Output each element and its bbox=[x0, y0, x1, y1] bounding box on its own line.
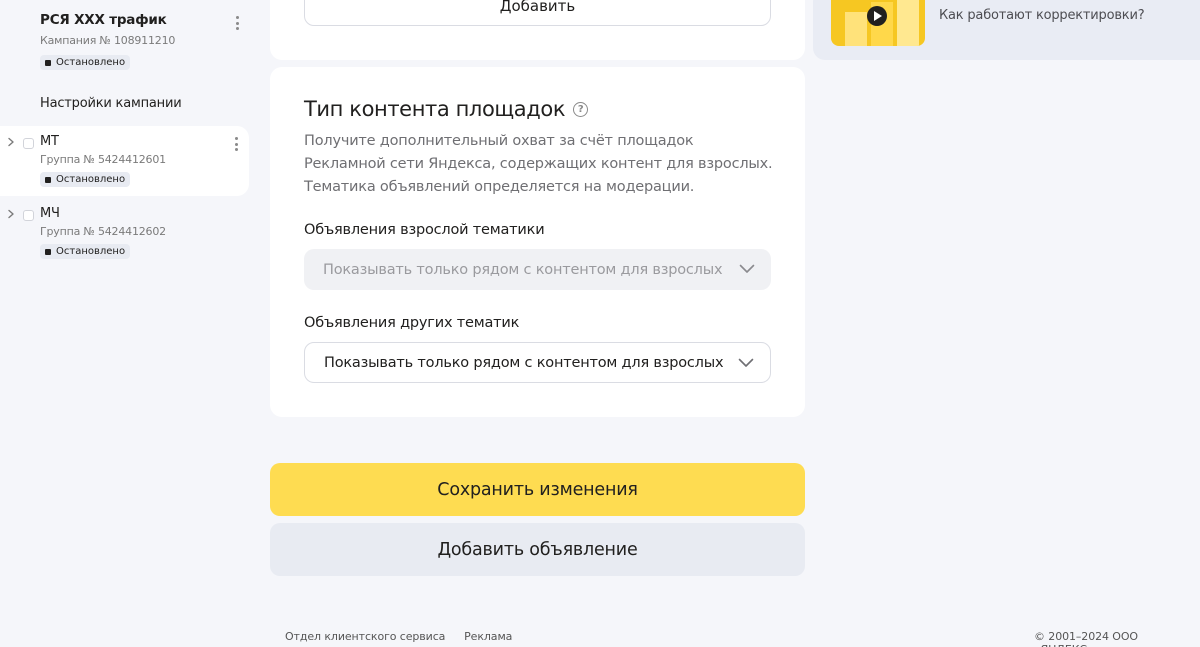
chevron-right-icon[interactable] bbox=[6, 137, 16, 147]
status-text: Остановлено bbox=[56, 246, 126, 257]
footer-links: Отдел клиентского сервиса Реклама bbox=[285, 630, 512, 643]
group-id: Группа № 5424412601 bbox=[40, 153, 166, 166]
promo-card[interactable]: Как работают корректировки? bbox=[813, 0, 1200, 60]
campaign-settings-link[interactable]: Настройки кампании bbox=[40, 96, 182, 111]
add-button[interactable]: Добавить bbox=[304, 0, 771, 26]
adult-ads-select: Показывать только рядом с контентом для … bbox=[304, 249, 771, 290]
stop-icon bbox=[45, 248, 51, 255]
sidebar: РСЯ XXX трафик Кампания № 108911210 Оста… bbox=[0, 0, 250, 647]
stop-icon bbox=[45, 59, 51, 66]
status-badge: Остановлено bbox=[40, 244, 131, 259]
promo-video-thumbnail[interactable] bbox=[831, 0, 925, 46]
chevron-down-icon bbox=[739, 264, 755, 273]
footer-link-client-service[interactable]: Отдел клиентского сервиса bbox=[285, 630, 445, 643]
stop-icon bbox=[45, 176, 51, 183]
group-name: МЧ bbox=[40, 206, 60, 221]
status-badge: Остановлено bbox=[40, 172, 131, 187]
section-title: Тип контента площадок ? bbox=[304, 97, 589, 121]
content-type-card: Тип контента площадок ? Получите дополни… bbox=[270, 67, 805, 417]
campaign-id: Кампания № 108911210 bbox=[40, 34, 176, 47]
campaign-name: РСЯ XXX трафик bbox=[40, 12, 167, 28]
campaign-menu-icon[interactable] bbox=[234, 14, 240, 32]
adult-ads-value: Показывать только рядом с контентом для … bbox=[323, 261, 723, 278]
sidebar-group-item[interactable]: МТ Группа № 5424412601 Остановлено bbox=[0, 126, 249, 196]
chevron-right-icon[interactable] bbox=[6, 209, 16, 219]
other-ads-label: Объявления других тематик bbox=[304, 315, 520, 331]
campaign-item[interactable]: РСЯ XXX трафик Кампания № 108911210 Оста… bbox=[40, 12, 245, 70]
top-card: Добавить bbox=[270, 0, 805, 60]
group-id: Группа № 5424412602 bbox=[40, 225, 166, 238]
footer-link-advertising[interactable]: Реклама bbox=[464, 630, 512, 643]
group-menu-icon[interactable] bbox=[233, 135, 239, 153]
add-ad-button[interactable]: Добавить объявление bbox=[270, 523, 805, 576]
status-badge: Остановлено bbox=[40, 55, 131, 70]
promo-link[interactable]: Как работают корректировки? bbox=[939, 8, 1145, 23]
help-icon[interactable]: ? bbox=[573, 101, 589, 117]
section-description: Получите дополнительный охват за счёт пл… bbox=[304, 133, 773, 195]
page: РСЯ XXX трафик Кампания № 108911210 Оста… bbox=[0, 0, 1200, 647]
status-text: Остановлено bbox=[56, 57, 126, 68]
sidebar-group-item[interactable]: МЧ Группа № 5424412602 Остановлено bbox=[0, 198, 249, 268]
status-text: Остановлено bbox=[56, 174, 126, 185]
other-ads-value: Показывать только рядом с контентом для … bbox=[324, 354, 724, 371]
group-name: МТ bbox=[40, 134, 59, 149]
section-title-text: Тип контента площадок bbox=[304, 97, 566, 121]
adult-ads-label: Объявления взрослой тематики bbox=[304, 222, 545, 238]
chevron-down-icon[interactable] bbox=[738, 358, 754, 368]
other-ads-select[interactable]: Показывать только рядом с контентом для … bbox=[304, 342, 771, 383]
group-checkbox[interactable] bbox=[23, 138, 34, 149]
footer-copyright: © 2001–2024 ООО «ЯНДЕКС» bbox=[1034, 630, 1138, 647]
save-changes-button[interactable]: Сохранить изменения bbox=[270, 463, 805, 516]
play-icon[interactable] bbox=[867, 6, 887, 26]
group-checkbox[interactable] bbox=[23, 210, 34, 221]
